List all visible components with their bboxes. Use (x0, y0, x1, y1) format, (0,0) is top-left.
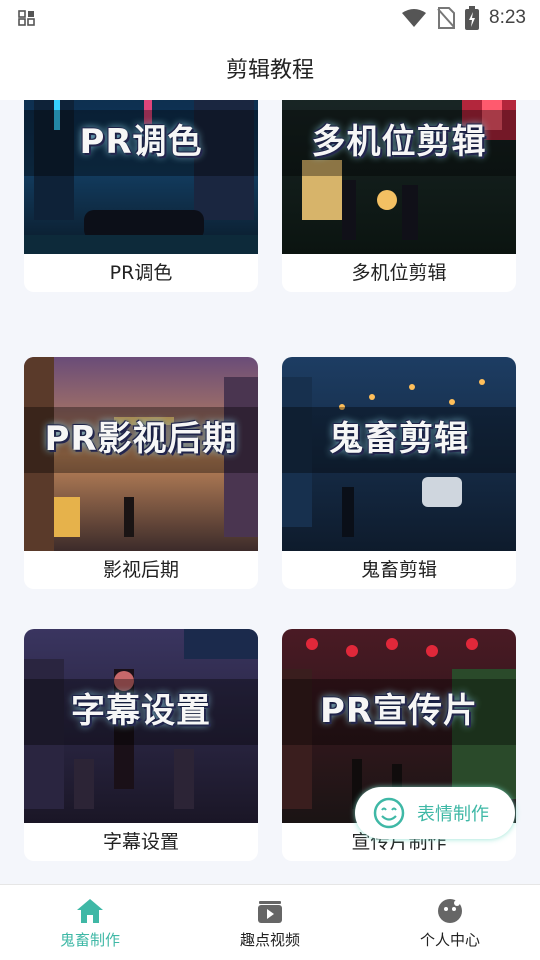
tutorial-card-film-post[interactable]: PR影视后期 影视后期 (24, 357, 258, 589)
card-label: 多机位剪辑 (351, 262, 447, 284)
status-bar: 8:23 (0, 0, 540, 36)
card-overlay-title: PR宣传片 (319, 691, 479, 731)
app-grid-icon (18, 10, 35, 26)
title-bar: 剪辑教程 (0, 36, 540, 100)
card-thumbnail: PR调色 (24, 100, 258, 254)
nav-tab-profile[interactable]: 个人中心 (360, 885, 540, 960)
battery-charging-icon (465, 6, 480, 30)
card-label: 鬼畜剪辑 (360, 559, 437, 581)
page-title: 剪辑教程 (225, 58, 314, 83)
tutorial-card-guichu[interactable]: 鬼畜剪辑 鬼畜剪辑 (282, 357, 516, 589)
card-thumbnail: PR影视后期 (24, 357, 258, 551)
card-label: PR调色 (109, 262, 173, 284)
nav-label: 个人中心 (419, 931, 480, 949)
video-icon (258, 901, 282, 923)
home-icon (77, 899, 103, 923)
card-label: 影视后期 (102, 559, 179, 581)
emoji-maker-label: 表情制作 (417, 804, 489, 825)
card-overlay-title: 多机位剪辑 (311, 122, 487, 162)
card-overlay-title: 字幕设置 (71, 691, 211, 731)
card-label: 字幕设置 (102, 831, 179, 853)
clock-time: 8:23 (489, 7, 526, 28)
card-overlay-title: PR调色 (79, 122, 203, 162)
nav-label: 鬼畜制作 (59, 931, 120, 949)
card-thumbnail: 多机位剪辑 (282, 100, 516, 254)
tutorial-grid[interactable]: PR调色 PR调色 多机位剪辑 多机位剪辑 PR影视后期 影视后期 鬼畜剪辑 鬼… (0, 100, 540, 884)
emoji-maker-button[interactable]: 表情制作 (355, 787, 515, 839)
tutorial-card-pr-color[interactable]: PR调色 PR调色 (24, 100, 258, 292)
card-overlay-title: 鬼畜剪辑 (329, 419, 469, 459)
card-thumbnail: 字幕设置 (24, 629, 258, 823)
wifi-icon (402, 9, 427, 27)
tutorial-card-multicam[interactable]: 多机位剪辑 多机位剪辑 (282, 100, 516, 292)
emoji-face-icon (373, 797, 405, 829)
nav-label: 趣点视频 (239, 931, 300, 949)
no-sim-icon (437, 7, 456, 29)
tutorial-card-subtitles[interactable]: 字幕设置 字幕设置 (24, 629, 258, 861)
card-overlay-title: PR影视后期 (44, 419, 238, 459)
nav-tab-guichu-maker[interactable]: 鬼畜制作 (0, 885, 180, 960)
card-thumbnail: 鬼畜剪辑 (282, 357, 516, 551)
profile-face-icon (438, 899, 462, 923)
bottom-nav: 鬼畜制作 趣点视频 个人中心 (0, 884, 540, 960)
nav-tab-fun-videos[interactable]: 趣点视频 (180, 885, 360, 960)
